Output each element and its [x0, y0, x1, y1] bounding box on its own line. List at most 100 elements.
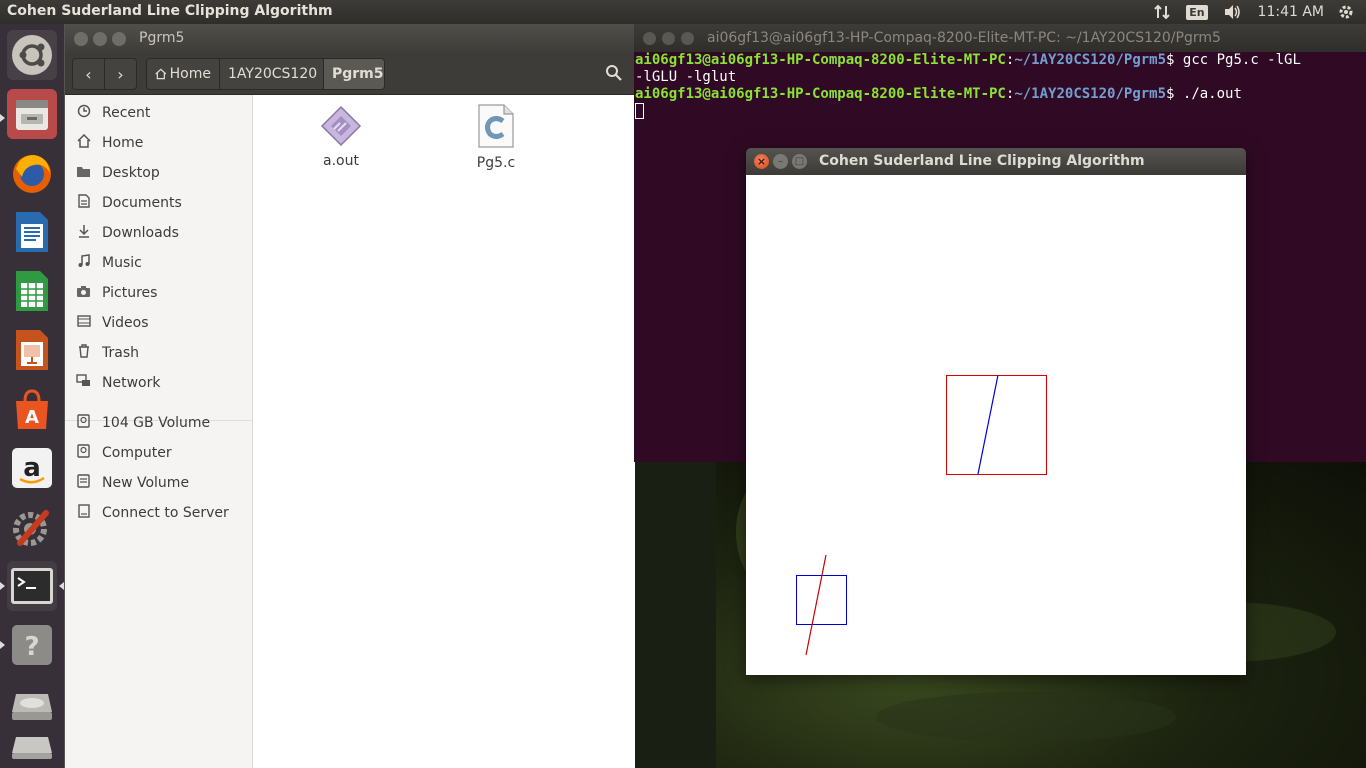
- sidebar-item-pictures[interactable]: Pictures: [65, 279, 253, 307]
- dash-home-icon[interactable]: [7, 30, 57, 80]
- music-icon: [65, 254, 102, 272]
- sidebar-item-label: Documents: [102, 195, 182, 211]
- firefox-icon[interactable]: [7, 148, 57, 198]
- terminal-line: ai06gf13@ai06gf13-HP-Compaq-8200-Elite-M…: [635, 52, 1301, 68]
- amazon-icon[interactable]: a: [7, 443, 57, 493]
- sidebar-item-connect-to-server[interactable]: Connect to Server: [65, 499, 253, 527]
- prompt-user: ai06gf13@ai06gf13-HP-Compaq-8200-Elite-M…: [635, 86, 1006, 102]
- minimize-window-icon[interactable]: –: [773, 154, 788, 169]
- sidebar-item-computer[interactable]: Computer: [65, 439, 253, 467]
- server-icon: [65, 504, 102, 522]
- search-icon[interactable]: [605, 64, 623, 86]
- breadcrumb-home[interactable]: Home: [146, 58, 220, 90]
- system-gear-icon[interactable]: [1338, 4, 1354, 20]
- ubuntu-software-icon[interactable]: A: [7, 384, 57, 434]
- terminal-titlebar[interactable]: ai06gf13@ai06gf13-HP-Compaq-8200-Elite-M…: [634, 24, 1366, 52]
- drive-icon: [65, 414, 102, 432]
- network-icon: [65, 374, 102, 392]
- sidebar-item-label: Connect to Server: [102, 505, 229, 521]
- file-name: Pg5.c: [476, 155, 516, 171]
- libreoffice-calc-icon[interactable]: [7, 266, 57, 316]
- sidebar-item-label: Home: [102, 135, 144, 151]
- terminal-output[interactable]: ai06gf13@ai06gf13-HP-Compaq-8200-Elite-M…: [634, 52, 1366, 120]
- sidebar-item-network[interactable]: Network: [65, 369, 253, 397]
- text-cursor: [635, 103, 644, 119]
- file-item-a-out[interactable]: a.out: [296, 105, 386, 169]
- file-list: a.out Pg5.c: [254, 95, 635, 768]
- sidebar-item-label: Pictures: [102, 285, 158, 301]
- keyboard-layout-label: En: [1186, 4, 1208, 20]
- chevron-left-icon: ‹: [85, 64, 92, 84]
- close-window-icon[interactable]: [643, 32, 656, 45]
- folder-icon: [65, 165, 102, 182]
- download-icon: [65, 224, 102, 242]
- terminal-line: ai06gf13@ai06gf13-HP-Compaq-8200-Elite-M…: [635, 86, 1242, 102]
- keyboard-layout-indicator[interactable]: En: [1186, 4, 1208, 20]
- breadcrumb-home-label: Home: [169, 66, 211, 82]
- help-icon[interactable]: ?: [7, 620, 57, 670]
- sidebar-item-desktop[interactable]: Desktop: [65, 159, 253, 187]
- files-icon[interactable]: [7, 89, 57, 139]
- file-manager-title: Pgrm5: [139, 30, 185, 46]
- maximize-window-icon[interactable]: [681, 32, 694, 45]
- launcher: A a ?: [0, 24, 65, 768]
- sidebar-item-documents[interactable]: Documents: [65, 189, 253, 217]
- sidebar-item-home[interactable]: Home: [65, 129, 253, 157]
- clock[interactable]: 11:41 AM: [1258, 4, 1324, 20]
- svg-text:a: a: [23, 453, 41, 483]
- breadcrumb-label: 1AY20CS120: [228, 66, 318, 82]
- sidebar-item-recent[interactable]: Recent: [65, 99, 253, 127]
- document-icon: [65, 194, 102, 212]
- camera-icon: [65, 285, 102, 302]
- libreoffice-writer-icon[interactable]: [7, 207, 57, 257]
- file-manager-window: Pgrm5 ‹ › Home 1AY20CS120 Pgrm5 Recent H…: [65, 24, 635, 768]
- system-settings-icon[interactable]: [7, 502, 57, 552]
- c-source-icon: [477, 103, 515, 149]
- opengl-canvas[interactable]: [746, 175, 1246, 675]
- maximize-window-icon[interactable]: □: [792, 154, 807, 169]
- sidebar-item-new-volume[interactable]: New Volume: [65, 469, 253, 497]
- close-window-icon[interactable]: ×: [754, 154, 769, 169]
- home-icon: [65, 133, 102, 152]
- sidebar-item-label: 104 GB Volume: [102, 415, 211, 431]
- sidebar-item-label: Music: [102, 255, 142, 271]
- maximize-window-icon[interactable]: [112, 32, 126, 46]
- terminal-line: [635, 103, 1366, 120]
- trash-icon[interactable]: [7, 724, 57, 768]
- breadcrumb-1ay20cs120[interactable]: 1AY20CS120: [219, 58, 324, 90]
- clock-icon: [65, 104, 102, 122]
- breadcrumb-pgrm5[interactable]: Pgrm5: [323, 58, 385, 90]
- command-text: -lGLU -lglut: [635, 69, 737, 85]
- clipped-line: [977, 374, 999, 475]
- back-button[interactable]: ‹: [72, 58, 105, 90]
- top-panel: Cohen Suderland Line Clipping Algorithm …: [0, 0, 1366, 24]
- terminal-icon[interactable]: [7, 561, 57, 611]
- libreoffice-impress-icon[interactable]: [7, 325, 57, 375]
- file-manager-titlebar[interactable]: Pgrm5: [65, 24, 635, 53]
- forward-button[interactable]: ›: [104, 58, 137, 90]
- sidebar-item-label: Videos: [102, 315, 149, 331]
- prompt-user: ai06gf13@ai06gf13-HP-Compaq-8200-Elite-M…: [635, 52, 1006, 68]
- drive-icon: [65, 444, 102, 462]
- svg-text:?: ?: [24, 632, 39, 662]
- close-window-icon[interactable]: [74, 32, 88, 46]
- sidebar-item-104gb-volume[interactable]: 104 GB Volume: [65, 409, 253, 437]
- glut-titlebar[interactable]: × – □ Cohen Suderland Line Clipping Algo…: [746, 148, 1246, 175]
- minimize-window-icon[interactable]: [93, 32, 107, 46]
- file-item-pg5-c[interactable]: Pg5.c: [451, 103, 541, 171]
- sidebar-item-label: New Volume: [102, 475, 190, 491]
- sidebar-item-videos[interactable]: Videos: [65, 309, 253, 337]
- sidebar-item-music[interactable]: Music: [65, 249, 253, 277]
- sidebar-item-label: Downloads: [102, 225, 179, 241]
- breadcrumb-label: Pgrm5: [332, 66, 384, 82]
- minimize-window-icon[interactable]: [662, 32, 675, 45]
- volume-icon[interactable]: [1224, 4, 1242, 20]
- sidebar-item-downloads[interactable]: Downloads: [65, 219, 253, 247]
- network-transfer-icon[interactable]: [1154, 4, 1170, 20]
- disks-icon[interactable]: [7, 679, 57, 729]
- sidebar-item-label: Trash: [102, 345, 139, 361]
- file-manager-toolbar: ‹ › Home 1AY20CS120 Pgrm5: [65, 53, 635, 95]
- chevron-right-icon: ›: [117, 64, 124, 84]
- clip-window-rect: [946, 375, 1047, 475]
- sidebar-item-trash[interactable]: Trash: [65, 339, 253, 367]
